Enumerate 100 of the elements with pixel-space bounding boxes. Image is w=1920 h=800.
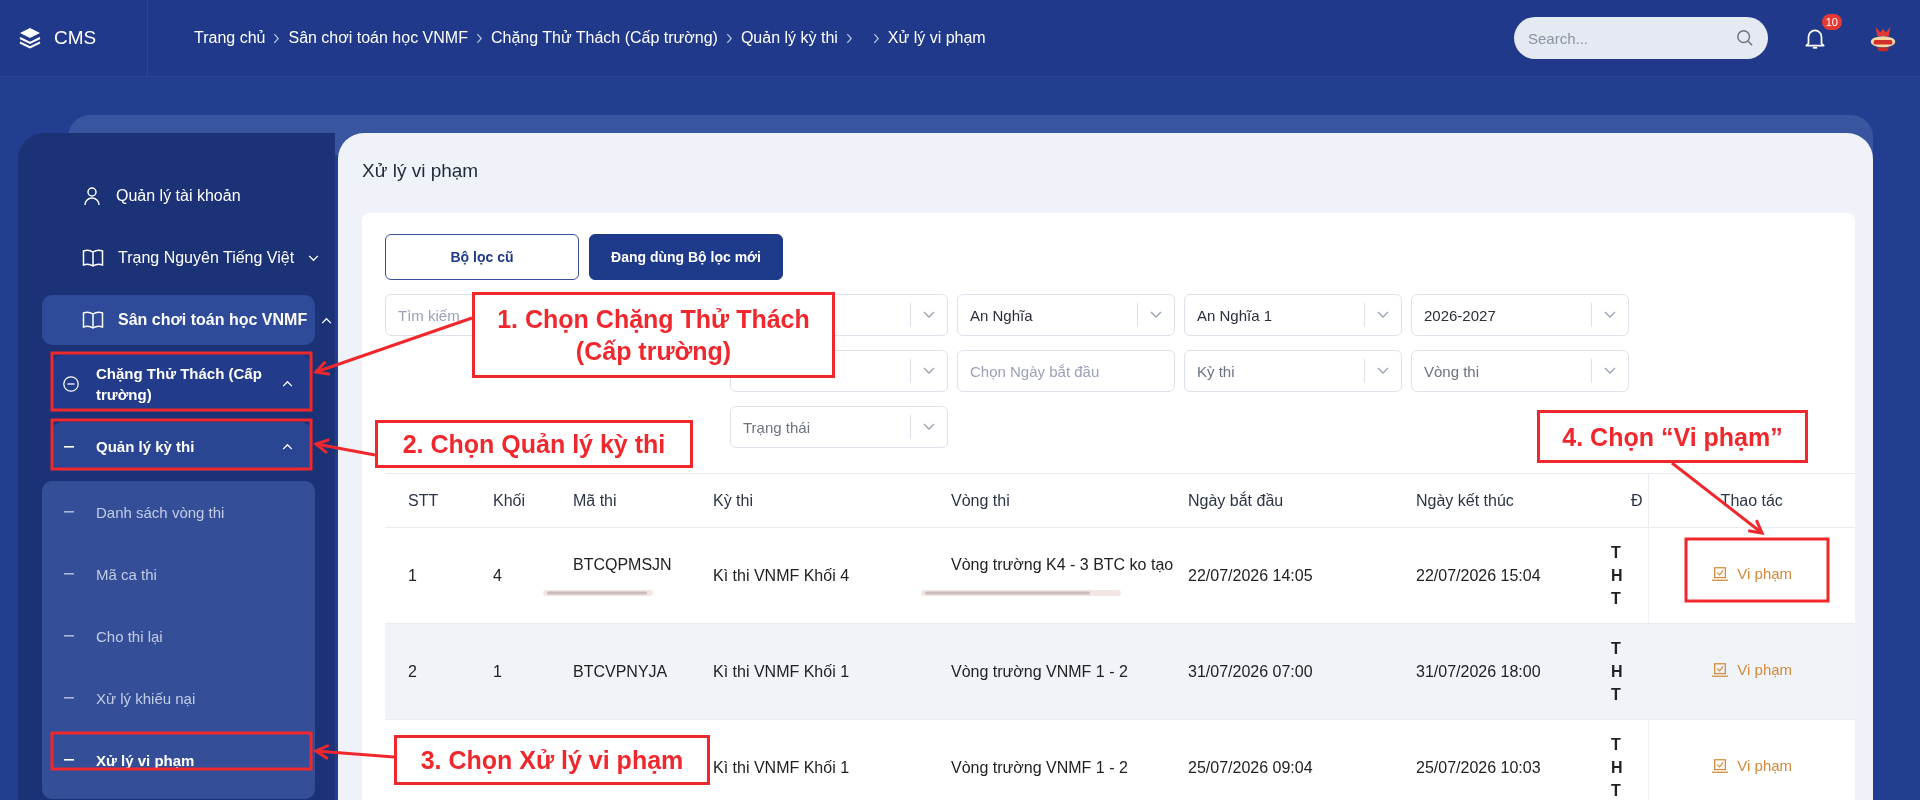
column-header: Ngày bắt đầu xyxy=(1188,491,1284,509)
date-field[interactable]: Chọn Ngày bắt đầu xyxy=(957,350,1175,392)
select-field[interactable]: Trạng thái xyxy=(730,406,948,448)
select-field[interactable]: An Nghĩa 1 xyxy=(1184,294,1402,336)
book-icon xyxy=(82,310,104,330)
select-field[interactable]: Kỳ thi xyxy=(1184,350,1402,392)
sidebar-item[interactable]: Xử lý vi phạm xyxy=(52,735,315,785)
breadcrumb-current: Xử lý vi phạm xyxy=(887,29,986,47)
select-field[interactable]: An Nghĩa xyxy=(957,294,1175,336)
chevron-up-icon xyxy=(321,316,333,324)
column-header: Khối xyxy=(493,491,526,509)
checkbox-tray-icon xyxy=(1711,565,1730,582)
table-cell-text: H xyxy=(1611,758,1624,778)
table-cell-text: T xyxy=(1611,589,1622,609)
table-cell: 25/07/2026 09:04 xyxy=(1188,758,1313,776)
column-header: Mã thi xyxy=(573,491,617,509)
book-icon xyxy=(82,248,104,268)
table-cell: Vòng trường K4 - 3 BTC ko tạo xyxy=(951,555,1174,573)
chevron-right-icon xyxy=(845,32,853,44)
sidebar-item[interactable]: Quản lý tài khoản xyxy=(42,165,315,227)
chevron-down-icon xyxy=(308,254,320,262)
page-title: Xử lý vi phạm xyxy=(362,161,480,181)
table-cell-text: T xyxy=(1611,685,1622,705)
callout-tooltip: 4. Chọn “Vi phạm” xyxy=(1537,410,1808,463)
table-cell: 22/07/2026 15:04 xyxy=(1416,566,1541,584)
table-cell-text: H xyxy=(1611,566,1624,586)
sidebar-item[interactable]: Trạng Nguyên Tiếng Việt xyxy=(42,227,315,289)
table-cell: 22/07/2026 14:05 xyxy=(1188,566,1313,584)
table-cell: 31/07/2026 18:00 xyxy=(1416,662,1541,680)
sidebar-item[interactable]: Quản lý kỳ thi xyxy=(52,422,311,471)
table-cell: BTCVPNYJA xyxy=(573,662,668,680)
chevron-down-icon xyxy=(923,423,935,431)
chevron-down-icon xyxy=(1377,367,1389,375)
breadcrumb-link[interactable]: Trang chủ xyxy=(194,29,266,47)
dash-icon xyxy=(64,635,74,637)
chevron-down-icon xyxy=(923,311,935,319)
checkbox-tray-icon xyxy=(1711,661,1730,678)
table-cell: 1 xyxy=(493,662,502,680)
table-cell: 25/07/2026 10:03 xyxy=(1416,758,1541,776)
chevron-down-icon xyxy=(1604,311,1616,319)
select-field[interactable]: Vòng thi xyxy=(1411,350,1629,392)
layers-icon xyxy=(18,26,42,50)
table-cell: 31/07/2026 07:00 xyxy=(1188,662,1313,680)
column-header: Kỳ thi xyxy=(713,491,753,509)
dash-icon xyxy=(64,697,74,699)
sidebar-item[interactable]: Cho thi lại xyxy=(52,605,315,667)
dash-icon xyxy=(64,445,74,448)
filter-mode-button[interactable]: Bộ lọc cũ xyxy=(385,234,579,280)
chevron-right-icon xyxy=(872,32,880,44)
table-cell: Kì thi VNMF Khối 1 xyxy=(713,662,850,680)
table-cell: Vòng trường VNMF 1 - 2 xyxy=(951,758,1128,776)
filter-mode-button[interactable]: Đang dùng Bộ lọc mới xyxy=(589,234,783,280)
sidebar-item[interactable]: Danh sách vòng thi xyxy=(52,481,315,543)
table-cell: Kì thi VNMF Khối 4 xyxy=(713,566,850,584)
chevron-down-icon xyxy=(923,367,935,375)
table-cell: Kì thi VNMF Khối 1 xyxy=(713,758,850,776)
chevron-up-icon xyxy=(282,443,293,450)
checkbox-tray-icon xyxy=(1711,757,1730,774)
callout-tooltip: 3. Chọn Xử lý vi phạm xyxy=(394,735,710,785)
chevron-up-icon xyxy=(282,380,293,387)
column-header: Vòng thi xyxy=(951,491,1010,509)
notification-badge: 10 xyxy=(1821,14,1842,30)
table-cell-text: T xyxy=(1611,543,1622,563)
chevron-right-icon xyxy=(725,32,733,44)
arrow xyxy=(312,438,376,457)
brand-name: CMS xyxy=(54,27,97,49)
dash-icon xyxy=(64,511,74,513)
user-icon xyxy=(82,186,102,206)
minus-circle-icon xyxy=(62,374,80,393)
callout-tooltip: 1. Chọn Chặng Thử Thách (Cấp trường) xyxy=(472,292,835,378)
sidebar-item[interactable]: Chặng Thử Thách (Cấp trường) xyxy=(52,355,311,412)
dash-icon xyxy=(64,759,74,761)
dash-icon xyxy=(64,573,74,575)
callout-tooltip: 2. Chọn Quản lý kỳ thi xyxy=(375,420,693,468)
table-cell: 4 xyxy=(493,566,502,584)
table-cell-text: T xyxy=(1611,781,1622,800)
table-cell: Vòng trường VNMF 1 - 2 xyxy=(951,662,1128,680)
column-header: Đ xyxy=(1631,491,1643,509)
table-cell: BTCQPMSJN xyxy=(573,555,672,573)
chevron-right-icon xyxy=(475,32,483,44)
column-header: Ngày kết thúc xyxy=(1416,491,1514,509)
sidebar-item[interactable]: Xử lý khiếu nại xyxy=(52,667,315,729)
chevron-down-icon xyxy=(1377,311,1389,319)
breadcrumb-link[interactable]: Chặng Thử Thách (Cấp trường) xyxy=(490,29,718,47)
breadcrumb-link[interactable]: Quản lý kỳ thi xyxy=(740,29,838,47)
chevron-right-icon xyxy=(273,32,281,44)
select-field[interactable]: 2026-2027 xyxy=(1411,294,1629,336)
column-header: STT xyxy=(408,491,439,509)
chevron-down-icon xyxy=(1604,367,1616,375)
table-cell-text: T xyxy=(1611,735,1622,755)
search-icon xyxy=(1736,29,1754,47)
table-cell: 1 xyxy=(408,566,417,584)
table-cell: 2 xyxy=(408,662,417,680)
table-cell-text: H xyxy=(1611,662,1624,682)
table-cell-text: T xyxy=(1611,639,1622,659)
breadcrumb-link[interactable]: Sân chơi toán học VNMF xyxy=(288,29,468,47)
sidebar-item[interactable]: Mã ca thi xyxy=(52,543,315,605)
search-field[interactable]: Search... xyxy=(1514,17,1768,59)
chevron-down-icon xyxy=(1150,311,1162,319)
column-header: Thao tác xyxy=(1720,491,1783,509)
